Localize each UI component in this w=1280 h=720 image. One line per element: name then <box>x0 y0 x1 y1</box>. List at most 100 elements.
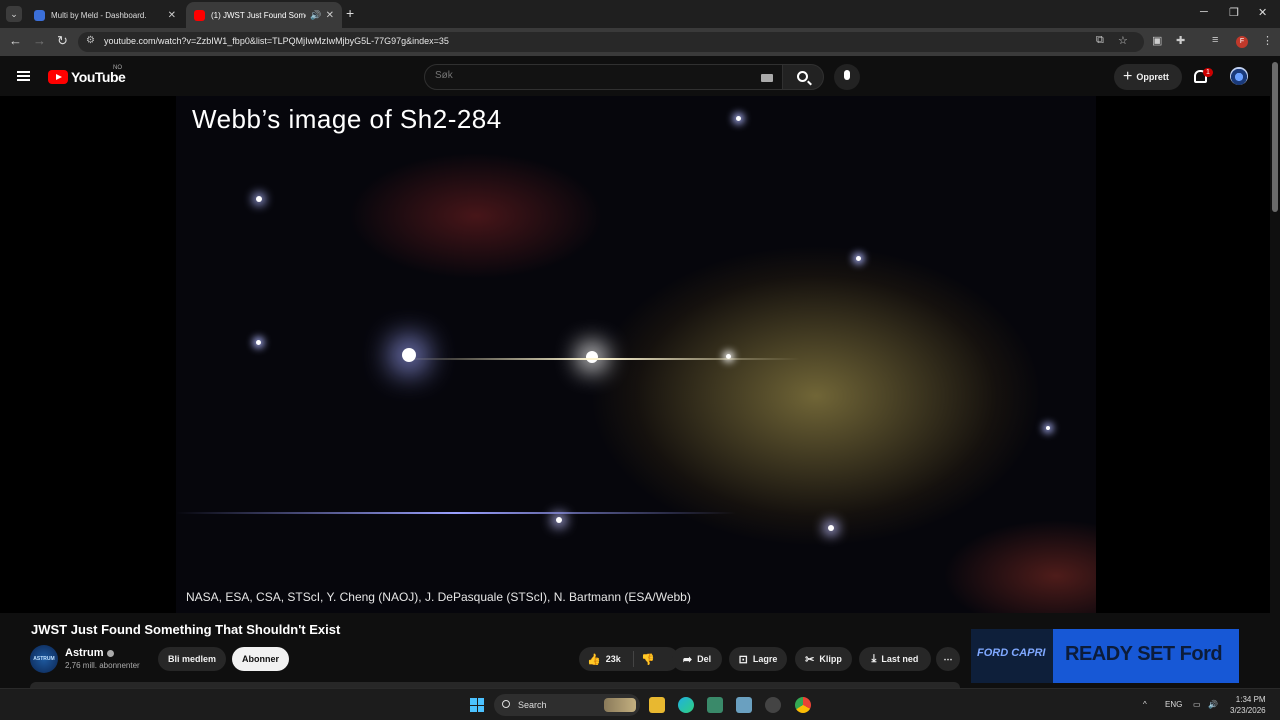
video-frame-nebula[interactable] <box>176 96 1096 613</box>
clock-time: 1:34 PM <box>1235 695 1266 704</box>
network-icon[interactable]: ▭ <box>1193 700 1201 709</box>
join-button[interactable]: Bli medlem <box>158 647 226 671</box>
like-dislike-group: 👍 23k 👎 <box>579 647 679 671</box>
file-explorer-icon[interactable] <box>649 697 665 713</box>
profile-avatar[interactable]: F <box>1236 36 1248 48</box>
close-tab-icon[interactable]: ✕ <box>168 10 176 21</box>
search-icon <box>502 700 510 708</box>
create-label: Opprett <box>1136 72 1169 82</box>
video-title: JWST Just Found Something That Shouldn't… <box>31 622 341 637</box>
star <box>556 517 562 523</box>
subscriber-count: 2,76 mill. abonnenter <box>65 661 140 670</box>
share-label: Del <box>697 654 712 664</box>
browser-tab-bar: ⌄ Multi by Meld - Dashboard. ✕ (1) JWST … <box>0 0 1280 28</box>
share-icon: ➦ <box>682 653 693 666</box>
search-box <box>424 64 784 90</box>
more-actions-button[interactable]: ⋯ <box>936 647 960 671</box>
windows-taskbar: Search ^ ENG ▭ 🔊 1:34 PM 3/23/2026 <box>0 688 1280 720</box>
tab-search-menu-button[interactable]: ⌄ <box>6 6 22 22</box>
browser-tab-youtube[interactable]: (1) JWST Just Found Someth 🔊 ✕ <box>186 2 342 28</box>
bookmark-star-icon[interactable]: ☆ <box>1118 34 1128 47</box>
clip-button[interactable]: ✂ Klipp <box>795 647 852 671</box>
app-icon[interactable] <box>707 697 723 713</box>
video-overlay-title: Webb’s image of Sh2-284 <box>192 104 502 134</box>
sponsored-ad-banner[interactable]: FORD CAPRI READY SET Ford <box>971 629 1239 683</box>
bright-star <box>586 351 598 363</box>
back-icon[interactable]: ← <box>9 33 22 48</box>
save-label: Lagre <box>752 654 778 664</box>
language-indicator[interactable]: ENG <box>1165 700 1182 709</box>
create-button[interactable]: + Opprett <box>1114 64 1182 90</box>
close-tab-icon[interactable]: ✕ <box>326 10 334 21</box>
download-button[interactable]: ⤓ Last ned <box>859 647 931 671</box>
puzzle-extensions-icon[interactable]: ✚ <box>1176 34 1185 47</box>
plus-icon: + <box>1123 68 1133 85</box>
star <box>256 340 261 345</box>
install-app-icon[interactable]: ⧉ <box>1096 34 1104 47</box>
search-button[interactable] <box>782 64 824 90</box>
system-clock[interactable]: 1:34 PM 3/23/2026 <box>1230 694 1266 716</box>
hamburger-menu-icon[interactable] <box>17 71 30 81</box>
extension-icon[interactable]: ▣ <box>1152 34 1162 47</box>
country-code: NO <box>113 65 122 71</box>
star <box>856 256 861 261</box>
diffraction-spike <box>176 512 736 514</box>
thumbs-down-icon[interactable]: 👎 <box>641 653 655 666</box>
app-icon[interactable] <box>765 697 781 713</box>
taskbar-search[interactable]: Search <box>494 694 640 716</box>
save-button[interactable]: ⊡ Lagre <box>729 647 787 671</box>
close-window-icon[interactable]: ✕ <box>1258 6 1267 19</box>
tab-title: (1) JWST Just Found Someth <box>211 10 307 20</box>
windows-start-icon[interactable] <box>470 698 484 712</box>
snipping-tool-icon[interactable] <box>736 697 752 713</box>
verified-icon <box>106 649 114 657</box>
image-credit: NASA, ESA, CSA, STScI, Y. Cheng (NAOJ), … <box>186 590 691 604</box>
channel-name[interactable]: Astrum <box>65 647 114 659</box>
like-count[interactable]: 23k <box>606 654 621 664</box>
youtube-favicon-icon <box>194 9 205 21</box>
browser-tab-meld[interactable]: Multi by Meld - Dashboard. ✕ <box>26 2 184 28</box>
maximize-icon[interactable]: ❐ <box>1229 6 1239 19</box>
ad-left-text: FORD CAPRI <box>971 629 1053 683</box>
tray-chevron-icon[interactable]: ^ <box>1143 700 1147 709</box>
address-bar[interactable]: ⚙ youtube.com/watch?v=ZzbIW1_fbp0&list=T… <box>78 32 1144 52</box>
youtube-logo[interactable]: YouTube NO <box>48 65 126 85</box>
video-player[interactable] <box>0 96 1270 613</box>
star <box>828 525 834 531</box>
forward-icon[interactable]: → <box>33 33 46 48</box>
reload-icon[interactable]: ↻ <box>57 33 68 49</box>
account-avatar[interactable] <box>1230 67 1248 85</box>
download-icon: ⤓ <box>871 652 877 665</box>
star <box>736 116 741 121</box>
search-input[interactable] <box>435 70 755 81</box>
taskbar-search-label: Search <box>518 700 547 710</box>
star <box>1046 426 1050 430</box>
url-text[interactable]: youtube.com/watch?v=ZzbIW1_fbp0&list=TLP… <box>104 36 449 46</box>
bookmark-icon: ⊡ <box>738 653 748 666</box>
browser-toolbar: ← → ↻ ⚙ youtube.com/watch?v=ZzbIW1_fbp0&… <box>0 28 1280 56</box>
subscribe-button[interactable]: Abonner <box>232 647 289 671</box>
new-tab-button[interactable]: + <box>346 5 354 21</box>
reading-list-icon[interactable]: ≡ <box>1212 34 1218 46</box>
youtube-wordmark: YouTube <box>71 69 126 85</box>
browser-menu-icon[interactable]: ⋮ <box>1262 34 1273 47</box>
voice-search-button[interactable] <box>834 64 860 90</box>
site-info-icon[interactable]: ⚙ <box>86 35 95 46</box>
youtube-play-icon <box>48 70 68 84</box>
star <box>256 196 262 202</box>
channel-name-text[interactable]: Astrum <box>65 647 104 659</box>
thumbs-up-icon[interactable]: 👍 <box>587 653 601 666</box>
clock-date: 3/23/2026 <box>1230 706 1266 715</box>
microphone-icon <box>844 70 850 80</box>
channel-avatar[interactable]: ASTRUM <box>30 645 58 673</box>
volume-icon[interactable]: 🔊 <box>1208 700 1218 709</box>
keyboard-icon[interactable] <box>761 74 773 82</box>
minimize-icon[interactable]: ─ <box>1200 6 1208 18</box>
edge-browser-icon[interactable] <box>678 697 694 713</box>
tab-title: Multi by Meld - Dashboard. <box>51 10 147 20</box>
share-button[interactable]: ➦ Del <box>672 647 722 671</box>
chrome-icon[interactable] <box>795 697 811 713</box>
page-scrollbar[interactable] <box>1272 62 1278 212</box>
speaker-icon[interactable]: 🔊 <box>310 10 321 21</box>
divider <box>633 651 634 667</box>
